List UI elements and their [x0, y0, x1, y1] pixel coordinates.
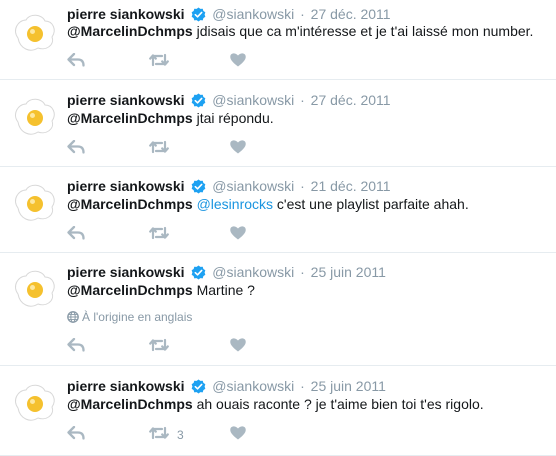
tweet-timestamp[interactable]: 25 juin 2011: [311, 264, 386, 280]
mention-link[interactable]: @MarcelinDchmps: [67, 196, 193, 212]
tweet-text: @MarcelinDchmps jtai répondu.: [67, 109, 274, 127]
retweet-icon: [149, 338, 169, 357]
avatar[interactable]: [10, 264, 58, 312]
author-name[interactable]: pierre siankowski: [67, 264, 185, 280]
tweet-timestamp[interactable]: 27 déc. 2011: [311, 6, 391, 22]
tweet-actions: [67, 337, 367, 357]
reply-button[interactable]: [67, 225, 85, 245]
heart-icon: [230, 425, 246, 445]
reply-button[interactable]: [67, 425, 85, 445]
reply-icon: [67, 425, 85, 445]
tweet-actions: 3: [67, 425, 367, 445]
tweet-body: c'est une playlist parfaite ahah.: [273, 196, 469, 212]
retweet-icon: [149, 140, 169, 159]
avatar[interactable]: [10, 378, 58, 426]
avatar[interactable]: [10, 8, 58, 56]
reply-icon: [67, 225, 85, 245]
retweet-icon: [149, 53, 169, 72]
tweet[interactable]: pierre siankowski @siankowski · 25 juin …: [0, 253, 556, 366]
like-button[interactable]: [230, 425, 246, 445]
heart-icon: [230, 337, 246, 357]
author-name[interactable]: pierre siankowski: [67, 178, 185, 194]
tweet-timestamp[interactable]: 25 juin 2011: [311, 378, 386, 394]
tweet-text: @MarcelinDchmps jdisais que ca m'intéres…: [67, 22, 533, 40]
reply-icon: [67, 52, 85, 72]
retweet-button[interactable]: [149, 337, 169, 357]
tweet-actions: [67, 225, 367, 245]
tweet-body: jtai répondu.: [192, 110, 274, 126]
author-handle[interactable]: @siankowski: [212, 178, 294, 194]
translate-link[interactable]: À l'origine en anglais: [67, 309, 192, 325]
globe-icon: [67, 310, 82, 324]
mention-link[interactable]: @MarcelinDchmps: [67, 23, 193, 39]
tweet-timeline: pierre siankowski @siankowski · 27 déc. …: [0, 0, 556, 456]
mention-link-lesinrocks[interactable]: @lesinrocks: [197, 196, 273, 212]
separator-dot: ·: [300, 178, 305, 194]
avatar[interactable]: [10, 178, 58, 226]
tweet-text: @MarcelinDchmps @lesinrocks c'est une pl…: [67, 195, 469, 213]
retweet-icon: [149, 426, 169, 445]
tweet-body: Martine ?: [192, 282, 255, 298]
author-name[interactable]: pierre siankowski: [67, 378, 185, 394]
like-button[interactable]: [230, 52, 246, 72]
retweet-button[interactable]: [149, 139, 169, 159]
like-button[interactable]: [230, 225, 246, 245]
mention-link[interactable]: @MarcelinDchmps: [67, 282, 193, 298]
tweet[interactable]: pierre siankowski @siankowski · 25 juin …: [0, 366, 556, 456]
tweet-text: @MarcelinDchmps ah ouais raconte ? je t'…: [67, 395, 484, 413]
author-name[interactable]: pierre siankowski: [67, 6, 185, 22]
reply-icon: [67, 337, 85, 357]
like-button[interactable]: [230, 139, 246, 159]
reply-button[interactable]: [67, 139, 85, 159]
tweet[interactable]: pierre siankowski @siankowski · 21 déc. …: [0, 167, 556, 253]
avatar[interactable]: [10, 92, 58, 140]
like-button[interactable]: [230, 337, 246, 357]
mention-link[interactable]: @MarcelinDchmps: [67, 396, 193, 412]
separator-dot: ·: [300, 6, 305, 22]
reply-button[interactable]: [67, 52, 85, 72]
tweet[interactable]: pierre siankowski @siankowski · 27 déc. …: [0, 80, 556, 167]
heart-icon: [230, 225, 246, 245]
author-handle[interactable]: @siankowski: [212, 378, 294, 394]
translate-label: À l'origine en anglais: [82, 310, 193, 324]
author-handle[interactable]: @siankowski: [212, 264, 294, 280]
mention-link[interactable]: @MarcelinDchmps: [67, 110, 193, 126]
tweet[interactable]: pierre siankowski @siankowski · 27 déc. …: [0, 0, 556, 80]
author-handle[interactable]: @siankowski: [212, 6, 294, 22]
tweet-body: jdisais que ca m'intéresse et je t'ai la…: [192, 23, 534, 39]
heart-icon: [230, 52, 246, 72]
tweet-actions: [67, 52, 367, 72]
tweet-text: @MarcelinDchmps Martine ?: [67, 281, 255, 299]
reply-icon: [67, 139, 85, 159]
retweet-count: 3: [177, 428, 184, 442]
retweet-button[interactable]: 3: [149, 425, 184, 445]
tweet-timestamp[interactable]: 27 déc. 2011: [311, 92, 391, 108]
tweet-body: ah ouais raconte ? je t'aime bien toi t'…: [192, 396, 484, 412]
tweet-actions: [67, 139, 367, 159]
separator-dot: ·: [300, 92, 305, 108]
retweet-icon: [149, 226, 169, 245]
retweet-button[interactable]: [149, 225, 169, 245]
author-handle[interactable]: @siankowski: [212, 92, 294, 108]
author-name[interactable]: pierre siankowski: [67, 92, 185, 108]
separator-dot: ·: [300, 378, 305, 394]
reply-button[interactable]: [67, 337, 85, 357]
retweet-button[interactable]: [149, 52, 169, 72]
tweet-timestamp[interactable]: 21 déc. 2011: [311, 178, 391, 194]
separator-dot: ·: [300, 264, 305, 280]
heart-icon: [230, 139, 246, 159]
